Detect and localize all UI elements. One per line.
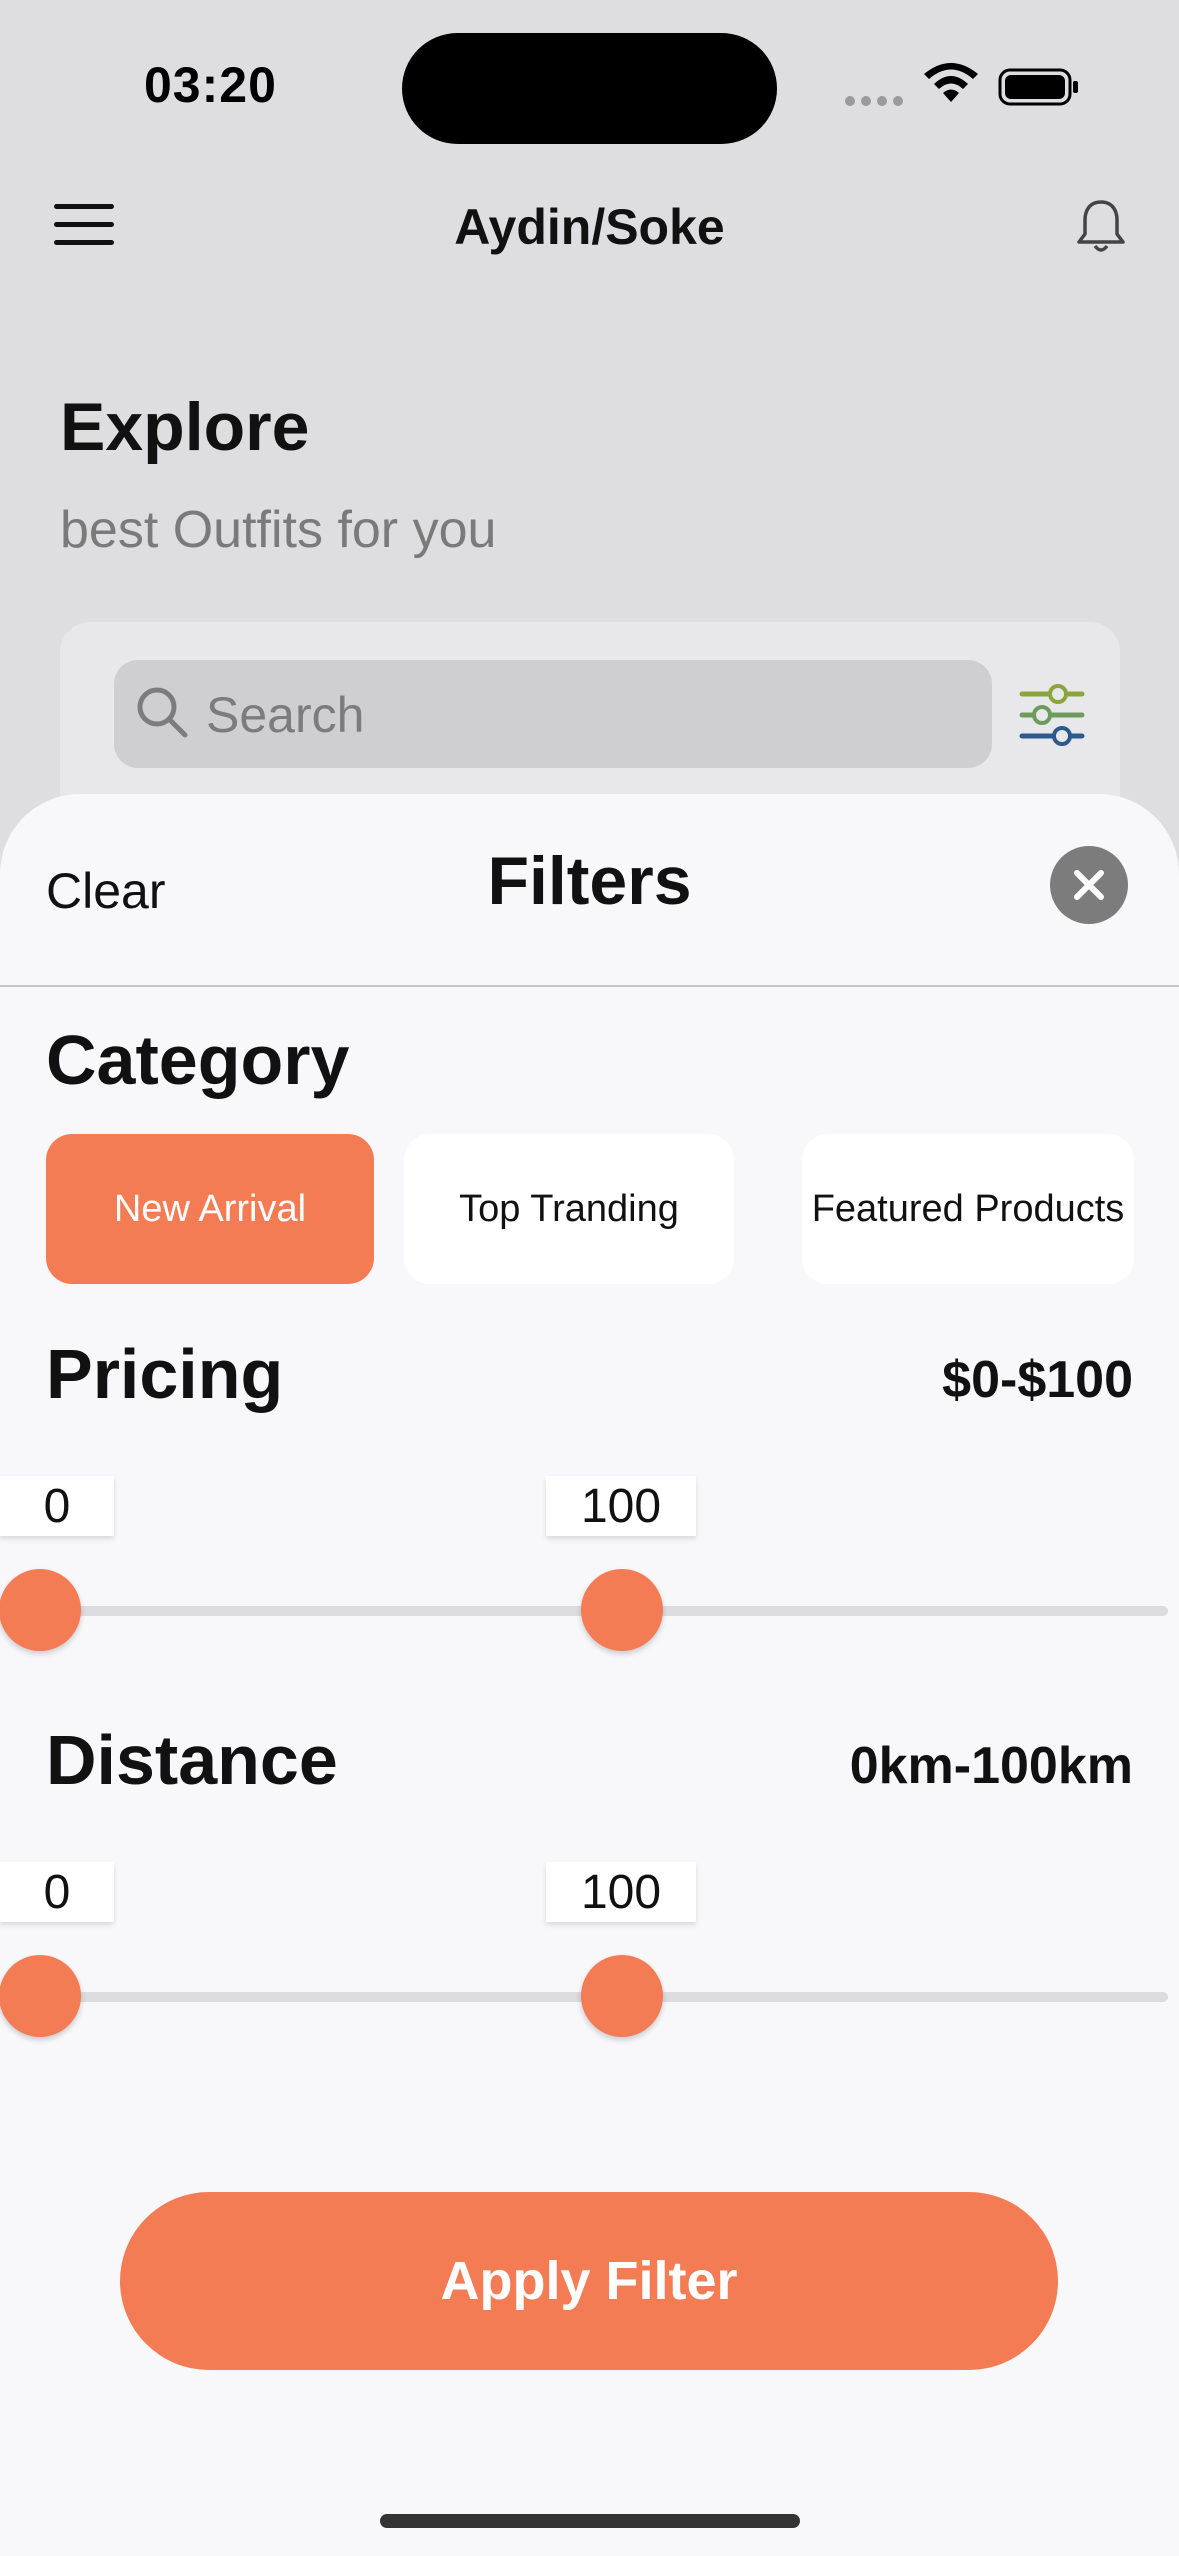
battery-icon [998,68,1078,106]
pricing-max-thumb[interactable] [581,1569,663,1651]
close-icon [1074,870,1104,900]
location-title: Aydin/Soke [454,199,725,255]
notification-bell-icon[interactable] [1074,196,1128,256]
clear-button[interactable]: Clear [46,862,165,920]
distance-range-text: 0km-100km [849,1737,1133,1795]
pricing-title: Pricing [46,1335,284,1413]
distance-title: Distance [46,1721,338,1799]
pricing-min-value-tag: 0 [0,1476,114,1536]
distance-min-thumb[interactable] [0,1955,81,2037]
distance-min-value-tag: 0 [0,1862,114,1922]
pricing-range-text: $0-$100 [942,1351,1133,1409]
search-icon [137,687,188,738]
cellular-signal-icon [845,96,905,106]
category-title: Category [46,1021,350,1099]
wifi-icon [924,63,978,102]
filter-sliders-icon[interactable] [1018,682,1086,748]
home-indicator [380,2514,800,2528]
category-chip-new-arrival[interactable]: New Arrival [46,1134,374,1284]
sheet-divider [0,985,1179,987]
category-chip-top-tranding[interactable]: Top Tranding [404,1134,734,1284]
status-time: 03:20 [144,57,277,113]
category-chip-featured-products[interactable]: Featured Products [802,1134,1134,1284]
search-input[interactable] [206,680,966,750]
apply-filter-button[interactable]: Apply Filter [120,2192,1058,2370]
explore-title: Explore [60,389,310,465]
dynamic-island [402,33,777,144]
pricing-max-value-tag: 100 [546,1476,696,1536]
close-button[interactable] [1050,846,1128,924]
pricing-min-thumb[interactable] [0,1569,81,1651]
explore-subtitle: best Outfits for you [60,501,497,559]
distance-max-thumb[interactable] [581,1955,663,2037]
screen: 03:20 Aydin/Soke Explore best Outfits fo… [0,0,1179,2556]
distance-max-value-tag: 100 [546,1862,696,1922]
